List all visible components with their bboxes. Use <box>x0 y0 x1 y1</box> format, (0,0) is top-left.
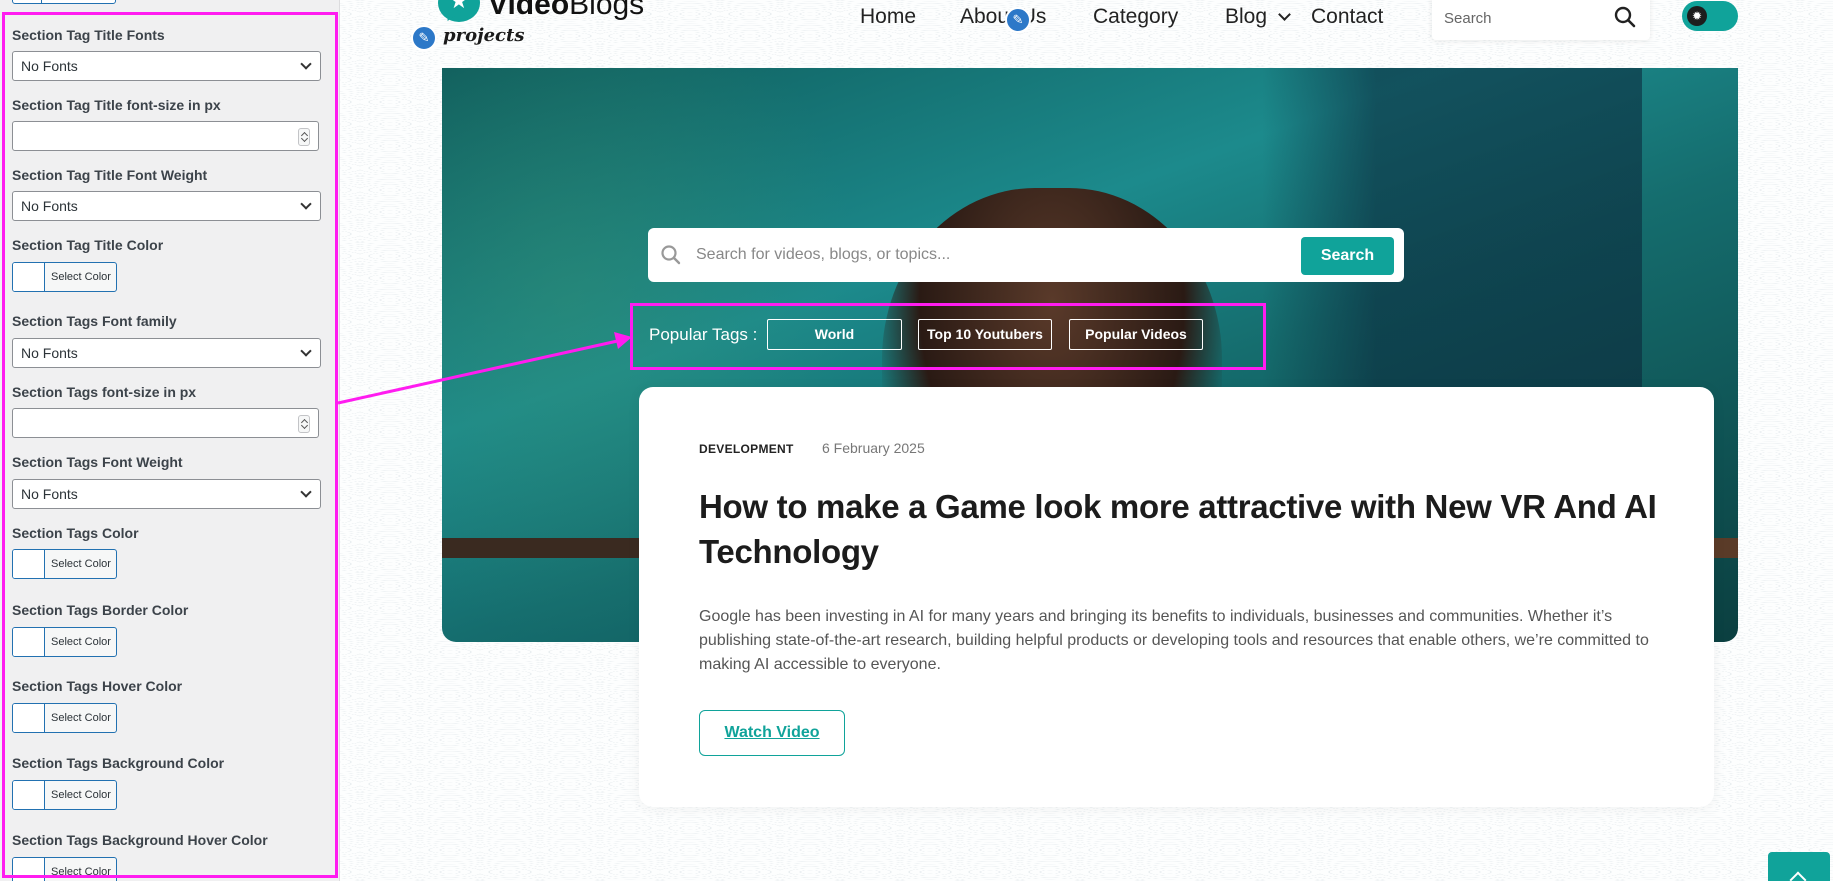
color-swatch <box>13 781 45 809</box>
article-date: 6 February 2025 <box>822 440 925 456</box>
edit-pencil-icon[interactable]: ✎ <box>411 25 437 51</box>
sun-icon: ✹ <box>1687 6 1707 26</box>
select-value: No Fonts <box>21 58 78 74</box>
number-spinner[interactable] <box>298 415 310 433</box>
color-button-label: Select Color <box>51 558 111 570</box>
field-label-tags-font-weight: Section Tags Font Weight <box>12 454 183 470</box>
tags-hover-color-button[interactable]: Select Color <box>12 703 117 733</box>
chevron-down-icon <box>300 486 312 498</box>
color-button-label: Select Color <box>51 789 111 801</box>
nav-category[interactable]: Category <box>1093 5 1178 29</box>
sub-logo: projects <box>443 25 525 46</box>
tags-color-button[interactable]: Select Color <box>12 549 117 579</box>
popular-tags-label: Popular Tags : <box>649 325 758 344</box>
hero-search-input[interactable]: Search for videos, blogs, or topics... <box>696 246 950 264</box>
site-logo[interactable]: VideoBlogs <box>488 0 644 22</box>
star-icon: ★ <box>449 0 469 13</box>
tag-top-10-youtubers[interactable]: Top 10 Youtubers <box>918 319 1052 350</box>
field-label-tag-title-font-weight: Section Tag Title Font Weight <box>12 167 208 183</box>
tag-title-font-size-input[interactable] <box>12 121 319 151</box>
watch-video-button[interactable]: Watch Video <box>699 710 845 756</box>
select-value: No Fonts <box>21 345 78 361</box>
header-search-input[interactable]: Search <box>1444 10 1492 27</box>
tag-world[interactable]: World <box>767 319 902 350</box>
hero-search-button[interactable]: Search <box>1301 237 1394 275</box>
tag-title-font-weight-select[interactable]: No Fonts <box>12 191 321 221</box>
search-icon[interactable] <box>1614 6 1636 28</box>
edit-pencil-icon[interactable]: ✎ <box>1005 7 1031 33</box>
color-button-label: Select Color <box>51 636 111 648</box>
article-title[interactable]: How to make a Game look more attractive … <box>699 484 1659 574</box>
chevron-down-icon <box>300 58 312 70</box>
tags-font-family-select[interactable]: No Fonts <box>12 338 321 368</box>
tag-title-fonts-select[interactable]: No Fonts <box>12 51 321 81</box>
field-label-tag-title-fonts: Section Tag Title Fonts <box>12 27 165 43</box>
nav-blog[interactable]: Blog <box>1225 5 1267 29</box>
field-label-tags-font-size: Section Tags font-size in px <box>12 384 197 400</box>
color-button-label: Select Color <box>51 866 111 878</box>
logo-light: Blogs <box>569 0 645 21</box>
nav-home[interactable]: Home <box>860 5 916 29</box>
tags-font-size-input[interactable] <box>12 408 319 438</box>
color-swatch <box>13 628 45 656</box>
color-button-label: Select Color <box>51 712 111 724</box>
color-button-partial[interactable] <box>12 0 116 4</box>
tag-title-color-button[interactable]: Select Color <box>12 262 117 292</box>
color-swatch <box>13 550 45 578</box>
nav-contact[interactable]: Contact <box>1311 5 1383 29</box>
search-icon <box>661 245 681 265</box>
tag-popular-videos[interactable]: Popular Videos <box>1069 319 1203 350</box>
article-category[interactable]: DEVELOPMENT <box>699 442 794 456</box>
number-spinner[interactable] <box>298 128 310 146</box>
tags-border-color-button[interactable]: Select Color <box>12 627 117 657</box>
field-label-tags-background-color: Section Tags Background Color <box>12 755 225 771</box>
select-value: No Fonts <box>21 198 78 214</box>
field-label-tag-title-color: Section Tag Title Color <box>12 237 164 253</box>
select-value: No Fonts <box>21 486 78 502</box>
header-search-box[interactable]: Search <box>1432 0 1650 40</box>
chevron-down-icon <box>300 198 312 210</box>
field-label-tag-title-font-size: Section Tag Title font-size in px <box>12 97 221 113</box>
article-card: DEVELOPMENT 6 February 2025 How to make … <box>639 387 1714 807</box>
customizer-panel: Section Tag Title Fonts No Fonts Section… <box>0 0 340 881</box>
tags-background-hover-color-button[interactable]: Select Color <box>12 857 117 881</box>
field-label-tags-color: Section Tags Color <box>12 525 139 541</box>
field-label-tags-background-hover-color: Section Tags Background Hover Color <box>12 832 268 848</box>
chevron-down-icon <box>300 345 312 357</box>
color-swatch <box>13 858 45 881</box>
color-swatch <box>13 704 45 732</box>
chevron-up-icon <box>1789 871 1807 881</box>
nav-about-us[interactable]: About Us <box>960 5 1046 29</box>
field-label-tags-border-color: Section Tags Border Color <box>12 602 189 618</box>
hero-search-bar: Search for videos, blogs, or topics... S… <box>648 228 1404 282</box>
logo-bold: Video <box>488 0 570 21</box>
tags-font-weight-select[interactable]: No Fonts <box>12 479 321 509</box>
back-to-top-button[interactable] <box>1768 852 1830 881</box>
field-label-tags-font-family: Section Tags Font family <box>12 313 177 329</box>
tags-background-color-button[interactable]: Select Color <box>12 780 117 810</box>
color-button-label: Select Color <box>51 271 111 283</box>
article-description: Google has been investing in AI for many… <box>699 608 1649 673</box>
field-label-tags-hover-color: Section Tags Hover Color <box>12 678 183 694</box>
theme-toggle[interactable]: ✹ <box>1682 1 1738 31</box>
color-swatch <box>13 263 45 291</box>
